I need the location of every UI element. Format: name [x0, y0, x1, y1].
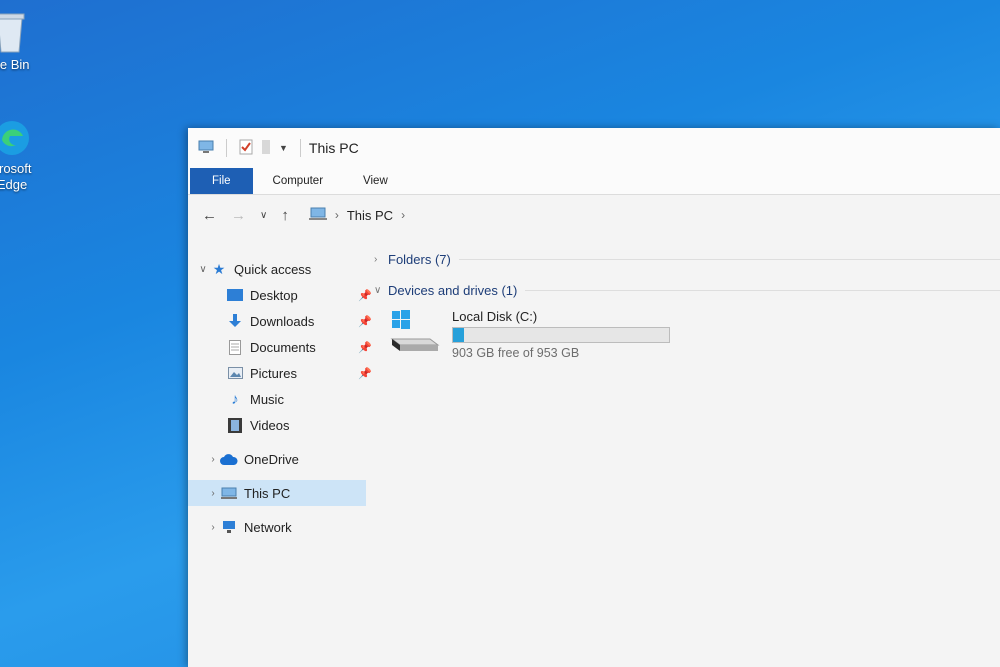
onedrive-cloud-icon — [220, 451, 238, 467]
group-folders[interactable]: › Folders (7) — [374, 248, 1000, 270]
pin-icon[interactable]: 📌 — [358, 341, 372, 354]
desktop-icon-recycle-bin[interactable]: cle Bin — [0, 10, 50, 73]
recent-locations-chevron-icon[interactable]: ∨ — [260, 210, 267, 221]
collapse-chevron-icon[interactable]: ∨ — [196, 264, 210, 275]
nav-item-label: Quick access — [234, 261, 312, 277]
drive-usage-fill — [453, 328, 465, 342]
group-devices-and-drives[interactable]: ∨ Devices and drives (1) — [374, 279, 1000, 301]
tab-file[interactable]: File — [190, 168, 253, 194]
nav-desktop[interactable]: Desktop 📌 — [188, 282, 378, 308]
nav-quick-access[interactable]: ∨ ★ Quick access — [188, 256, 378, 282]
tab-view[interactable]: View — [343, 168, 408, 194]
videos-icon — [226, 417, 244, 433]
expand-chevron-icon[interactable]: › — [374, 254, 388, 265]
breadcrumb-separator-icon[interactable]: › — [401, 208, 405, 222]
music-icon: ♪ — [231, 390, 239, 408]
recycle-bin-icon — [0, 13, 25, 53]
breadcrumb[interactable]: › This PC › — [308, 207, 405, 224]
breadcrumb-this-pc[interactable]: This PC — [347, 208, 393, 223]
nav-item-label: Music — [250, 391, 284, 407]
nav-item-label: Desktop — [250, 287, 298, 303]
edge-icon — [0, 121, 29, 155]
file-explorer-window: ▼ This PC File Computer View ← → ∨ ↑ › T… — [188, 128, 1000, 667]
nav-documents[interactable]: Documents 📌 — [188, 334, 378, 360]
ribbon-tabs: File Computer View — [188, 168, 1000, 195]
network-icon — [220, 519, 238, 535]
nav-item-label: Network — [244, 519, 292, 535]
expand-chevron-icon[interactable]: › — [206, 488, 220, 499]
pictures-icon — [226, 365, 244, 381]
nav-this-pc[interactable]: › This PC — [188, 480, 366, 506]
title-bar: ▼ This PC — [188, 128, 1000, 168]
desktop-icon-edge[interactable]: crosoft Edge — [0, 118, 52, 193]
pin-icon[interactable]: 📌 — [358, 289, 372, 302]
nav-videos[interactable]: Videos — [188, 412, 378, 438]
new-folder-icon[interactable] — [261, 139, 271, 158]
computer-icon[interactable] — [198, 140, 214, 157]
pin-icon[interactable]: 📌 — [358, 315, 372, 328]
star-icon: ★ — [212, 260, 226, 277]
drive-name: Local Disk (C:) — [452, 309, 538, 324]
nav-item-label: Documents — [250, 339, 316, 355]
nav-pictures[interactable]: Pictures 📌 — [188, 360, 378, 386]
group-header-label: Devices and drives (1) — [388, 282, 518, 298]
properties-icon[interactable] — [239, 139, 253, 158]
back-arrow-icon[interactable]: ← — [202, 207, 217, 224]
nav-onedrive[interactable]: › OneDrive — [188, 446, 378, 472]
desktop-icon — [226, 287, 244, 303]
desktop-icon-label: Edge — [0, 177, 28, 192]
hard-drive-icon — [390, 309, 440, 360]
address-bar: ← → ∨ ↑ › This PC › — [188, 195, 1000, 235]
window-title: This PC — [308, 140, 359, 156]
nav-item-label: Pictures — [250, 365, 297, 381]
group-header-label: Folders (7) — [388, 251, 451, 267]
nav-item-label: Downloads — [250, 313, 315, 329]
forward-arrow-icon[interactable]: → — [231, 207, 246, 224]
nav-music[interactable]: ♪ Music — [188, 386, 378, 412]
content-pane: › Folders (7) ∨ Devices and drives (1) L… — [374, 248, 1000, 360]
up-arrow-icon[interactable]: ↑ — [281, 207, 289, 224]
nav-downloads[interactable]: Downloads 📌 — [188, 308, 378, 334]
quick-access-toolbar: ▼ — [198, 139, 305, 158]
drive-free-space: 903 GB free of 953 GB — [452, 346, 580, 360]
nav-network[interactable]: › Network — [188, 514, 378, 540]
nav-item-label: Videos — [250, 417, 290, 433]
desktop-icon-label: cle Bin — [0, 57, 30, 72]
expand-chevron-icon[interactable]: › — [206, 522, 220, 533]
collapse-chevron-icon[interactable]: ∨ — [374, 285, 388, 296]
this-pc-icon — [308, 207, 327, 224]
pin-icon[interactable]: 📌 — [358, 367, 372, 380]
this-pc-icon — [220, 485, 238, 501]
navigation-pane: ∨ ★ Quick access Desktop 📌 Downloads 📌 D… — [188, 256, 378, 540]
documents-icon — [226, 339, 244, 355]
customize-toolbar-icon[interactable]: ▼ — [279, 143, 288, 153]
nav-item-label: This PC — [244, 485, 291, 501]
nav-item-label: OneDrive — [244, 451, 299, 467]
desktop-icon-label: crosoft — [0, 161, 32, 176]
drive-local-disk-c[interactable]: Local Disk (C:) 903 GB free of 953 GB — [390, 309, 1000, 360]
tab-computer[interactable]: Computer — [253, 168, 344, 194]
downloads-icon — [226, 313, 244, 329]
expand-chevron-icon[interactable]: › — [206, 454, 220, 465]
breadcrumb-separator-icon[interactable]: › — [335, 208, 339, 222]
drive-usage-bar — [452, 327, 670, 343]
